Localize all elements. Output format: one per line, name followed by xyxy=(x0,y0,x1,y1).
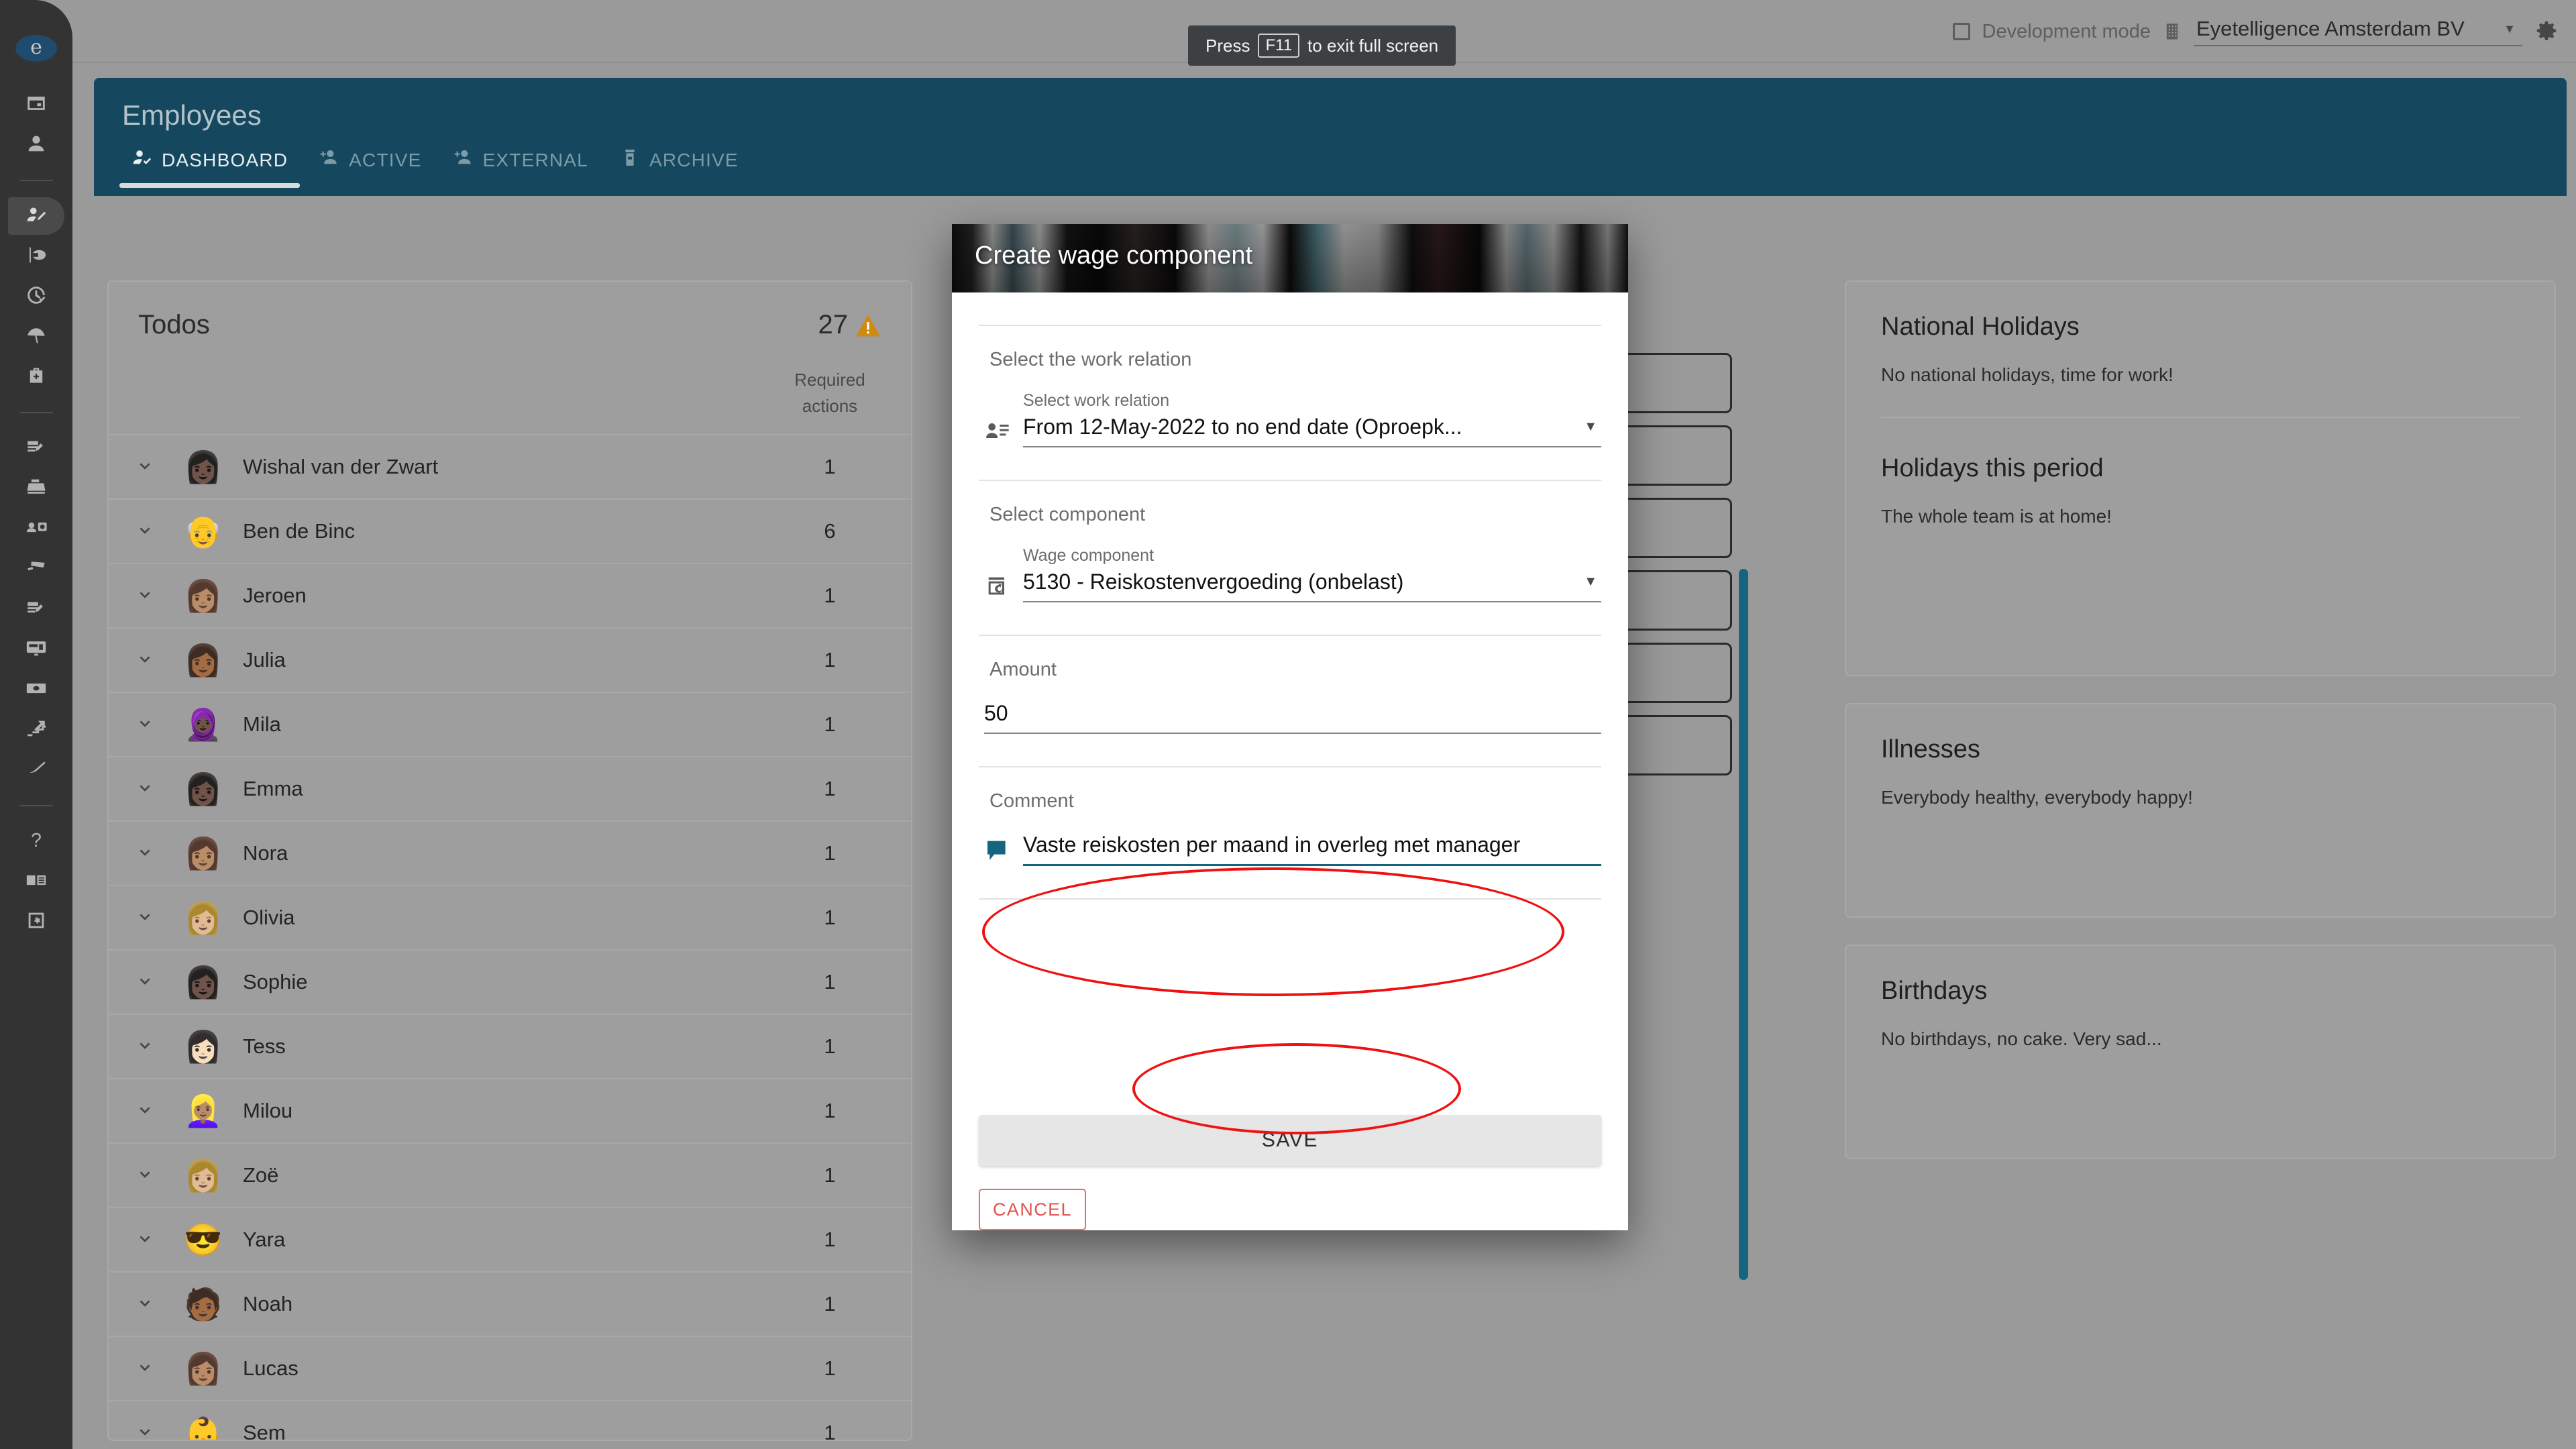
dialog-title: Create wage component xyxy=(975,241,1253,270)
amount-caption: Amount xyxy=(989,659,1057,680)
dialog-hero-image: Create wage component xyxy=(952,224,1628,292)
save-button[interactable]: SAVE xyxy=(979,1115,1601,1166)
cancel-button[interactable]: CANCEL xyxy=(979,1189,1086,1230)
wage-component-caption: Wage component xyxy=(1023,546,1155,565)
section-label-component: Select component xyxy=(989,504,1146,525)
amount-value: 50 xyxy=(984,701,1008,725)
work-relation-caption: Select work relation xyxy=(1023,391,1170,410)
chevron-down-icon: ▼ xyxy=(1584,574,1597,589)
create-wage-component-dialog: Create wage component Select the work re… xyxy=(952,224,1628,1230)
section-divider xyxy=(979,635,1601,636)
comment-caption: Comment xyxy=(989,790,1074,812)
comment-value: Vaste reiskosten per maand in overleg me… xyxy=(1023,833,1521,857)
work-relation-value: From 12-May-2022 to no end date (Oproepk… xyxy=(1023,415,1462,439)
section-divider xyxy=(979,766,1601,767)
person-list-icon xyxy=(984,418,1011,447)
section-divider xyxy=(979,325,1601,326)
section-divider xyxy=(979,480,1601,481)
wage-component-value: 5130 - Reiskostenvergoeding (onbelast) xyxy=(1023,570,1404,594)
comment-field[interactable]: Vaste reiskosten per maand in overleg me… xyxy=(979,833,1601,866)
calendar-recurring-icon xyxy=(984,573,1011,602)
amount-field[interactable]: 50 xyxy=(979,701,1601,734)
work-relation-field[interactable]: Select work relation From 12-May-2022 to… xyxy=(979,391,1601,447)
section-label-work-relation: Select the work relation xyxy=(989,349,1192,370)
comment-icon xyxy=(984,837,1011,866)
section-divider xyxy=(979,898,1601,900)
wage-component-field[interactable]: Wage component 5130 - Reiskostenvergoedi… xyxy=(979,546,1601,602)
dialog-body: Select the work relation Select work rel… xyxy=(952,292,1628,1115)
chevron-down-icon: ▼ xyxy=(1584,419,1597,434)
